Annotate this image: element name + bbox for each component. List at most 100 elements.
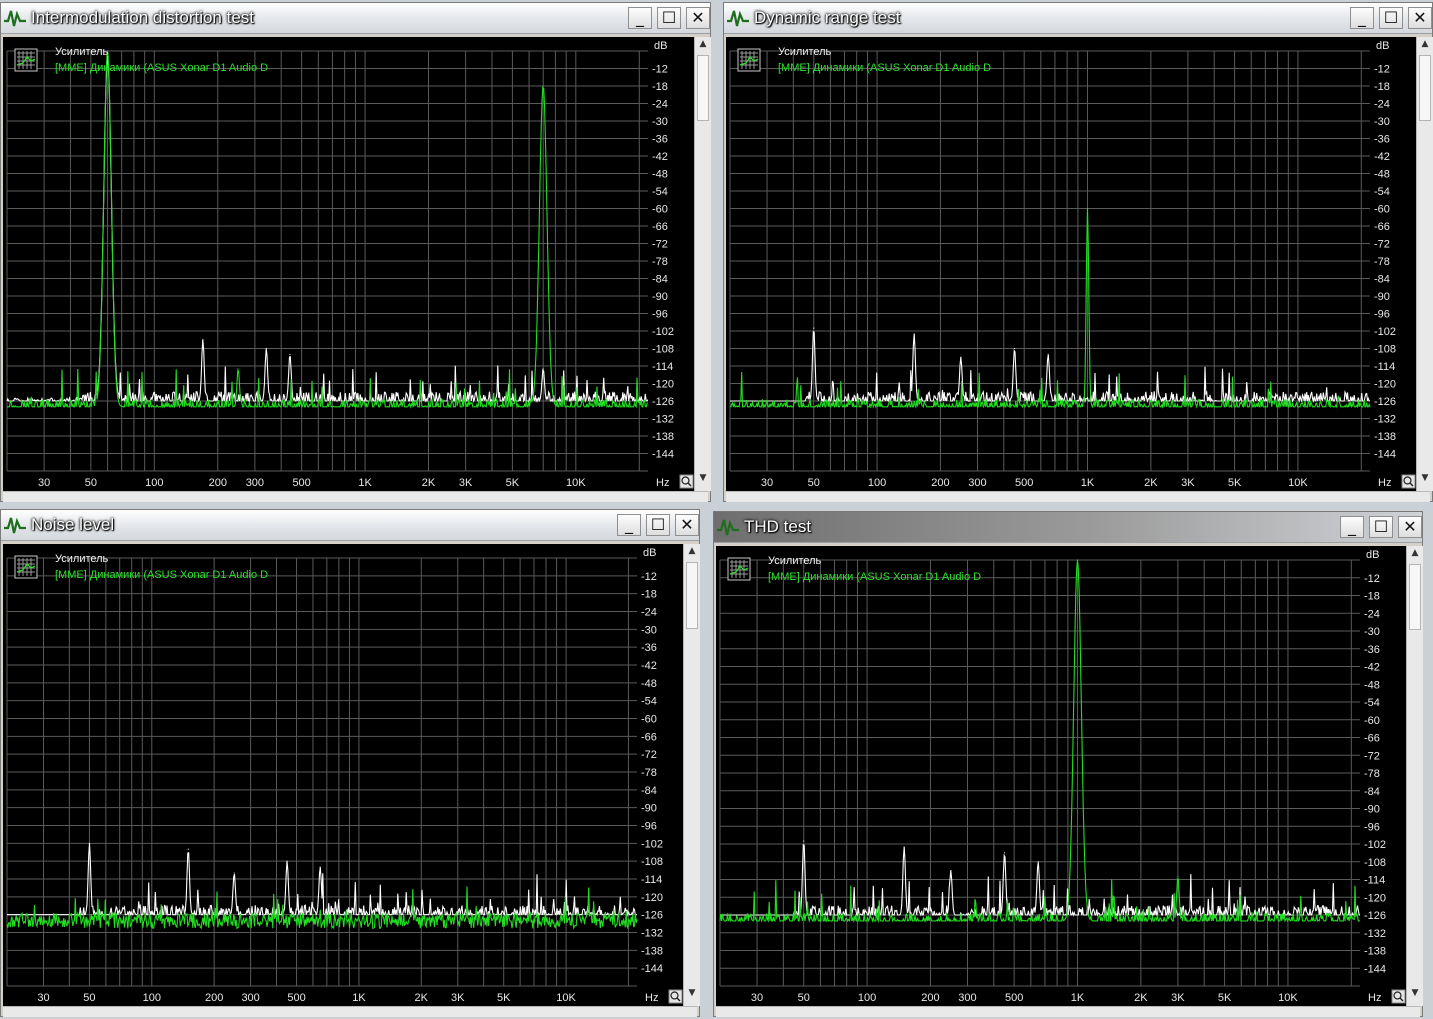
db-tick-label: -126 [652,396,674,408]
window-imd: Intermodulation distortion test _ ☐ ✕ Усилит… [0,2,711,502]
db-tick-label: -108 [1364,857,1386,869]
db-tick-label: -72 [641,749,657,761]
scroll-up-arrow-icon[interactable]: ▲ [1407,548,1423,564]
peak-marker [88,842,91,844]
freq-tick-label: 10K [566,477,586,489]
maximize-button[interactable]: ☐ [1379,7,1403,29]
db-tick-label: -36 [641,642,657,654]
horizontal-scrollbar[interactable] [726,491,1430,502]
legend-icon [737,48,761,72]
scroll-up-arrow-icon[interactable]: ▲ [1417,39,1433,55]
scroll-thumb[interactable] [1419,55,1431,121]
spectrum-graph[interactable]: Усилитель [MME] Динамики (ASUS Xonar D1 A… [3,544,683,1006]
spectrum-graph[interactable]: Усилитель [MME] Динамики (ASUS Xonar D1 A… [716,546,1406,1006]
freq-tick-label: 500 [287,992,305,1004]
db-tick-label: -18 [652,81,668,93]
peak-marker [1086,207,1089,210]
db-tick-label: -12 [652,64,668,76]
db-tick-label: -30 [1364,626,1380,638]
freq-tick-label: 10K [1278,992,1298,1004]
hz-unit-label: Hz [645,992,658,1004]
horizontal-scrollbar[interactable] [3,1006,697,1017]
db-tick-label: -144 [1374,449,1396,461]
zoom-icon[interactable] [1391,989,1406,1004]
db-tick-label: -36 [1374,134,1390,146]
freq-tick-label: 100 [868,477,886,489]
db-tick-label: -90 [1374,291,1390,303]
freq-tick-label: 3K [459,477,473,489]
spectrum-chart[interactable]: Усилитель [MME] Динамики (ASUS Xonar D1 A… [726,37,1416,491]
spectrum-chart[interactable]: Усилитель [MME] Динамики (ASUS Xonar D1 A… [716,546,1406,1006]
scroll-down-arrow-icon[interactable]: ▼ [1407,988,1423,1004]
legend-device: [MME] Динамики (ASUS Xonar D1 Audio D [55,62,268,74]
peak-marker [286,860,288,862]
scroll-down-arrow-icon[interactable]: ▼ [1417,473,1433,489]
spectrum-chart[interactable]: Усилитель [MME] Динамики (ASUS Xonar D1 A… [3,544,683,1006]
legend: Усилитель [MME] Динамики (ASUS Xonar D1 A… [727,555,981,583]
peak-marker [1177,875,1179,878]
peak-marker [1013,347,1016,350]
spectrum-graph[interactable]: Усилитель [MME] Динамики (ASUS Xonar D1 A… [3,37,694,491]
minimize-button[interactable]: _ [617,514,641,536]
scroll-up-arrow-icon[interactable]: ▲ [695,39,711,55]
hz-unit-label: Hz [1378,477,1391,489]
maximize-button[interactable]: ☐ [646,514,670,536]
db-tick-label: -90 [1364,804,1380,816]
db-tick-label: -114 [652,361,673,373]
close-button[interactable]: ✕ [675,514,699,536]
horizontal-scrollbar[interactable] [716,1006,1420,1017]
close-button[interactable]: ✕ [686,7,710,29]
minimize-button[interactable]: _ [1350,7,1374,29]
zoom-icon[interactable] [679,474,694,489]
vertical-scrollbar[interactable]: ▲ ▼ [694,37,711,491]
db-tick-label: -132 [641,928,663,940]
db-tick-label: -24 [641,607,657,619]
title-bar[interactable]: THD test _ ☐ ✕ [714,512,1422,543]
peak-marker [1047,353,1049,355]
db-tick-label: -60 [652,204,668,216]
spectrum-graph[interactable]: Усилитель [MME] Динамики (ASUS Xonar D1 A… [726,37,1416,491]
horizontal-scrollbar[interactable] [3,491,708,502]
title-bar[interactable]: Intermodulation distortion test _ ☐ ✕ [1,3,710,34]
peak-marker [319,866,321,868]
grid [719,559,1360,987]
db-tick-label: -42 [1364,662,1380,674]
window-title: THD test [744,517,812,536]
peak-marker [803,840,805,842]
peak-marker [237,368,239,370]
scroll-down-arrow-icon[interactable]: ▼ [684,988,700,1004]
peak-marker [289,353,291,355]
title-bar[interactable]: Dynamic range test _ ☐ ✕ [724,3,1432,34]
scroll-down-arrow-icon[interactable]: ▼ [695,473,711,489]
minimize-button[interactable]: _ [1340,516,1364,538]
close-button[interactable]: ✕ [1408,7,1432,29]
db-tick-label: -54 [1364,697,1380,709]
peak-marker [542,85,544,87]
vertical-scrollbar[interactable]: ▲ ▼ [1406,546,1423,1006]
scroll-thumb[interactable] [1409,564,1421,631]
maximize-button[interactable]: ☐ [1369,516,1393,538]
db-tick-label: -108 [1374,344,1396,356]
zoom-icon[interactable] [1401,474,1416,489]
db-tick-label: -132 [1364,928,1386,940]
zoom-icon[interactable] [668,989,683,1004]
vertical-scrollbar[interactable]: ▲ ▼ [1416,37,1433,491]
db-tick-label: -102 [652,326,674,338]
title-bar[interactable]: Noise level _ ☐ ✕ [1,510,699,541]
minimize-button[interactable]: _ [628,7,652,29]
spectrum-chart[interactable]: Усилитель [MME] Динамики (ASUS Xonar D1 A… [3,37,694,491]
scroll-up-arrow-icon[interactable]: ▲ [684,546,700,562]
maximize-button[interactable]: ☐ [657,7,681,29]
app-icon [716,516,740,538]
freq-tick-label: 10K [1288,477,1308,489]
db-tick-label: -96 [652,309,668,321]
scroll-thumb[interactable] [686,562,698,629]
vertical-scrollbar[interactable]: ▲ ▼ [683,544,700,1006]
db-tick-label: -144 [652,449,674,461]
freq-tick-label: 2K [422,477,436,489]
close-button[interactable]: ✕ [1398,516,1422,538]
db-tick-label: -36 [1364,644,1380,656]
db-tick-label: -42 [652,151,668,163]
db-tick-label: -42 [641,660,657,672]
scroll-thumb[interactable] [697,55,709,121]
